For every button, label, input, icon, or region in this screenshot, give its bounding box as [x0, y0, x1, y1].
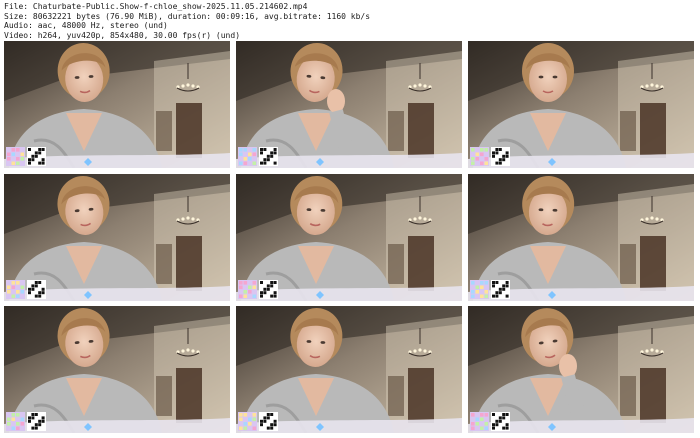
- thumbnail-frame-image: [4, 174, 230, 301]
- qr-code-icon: [6, 147, 25, 166]
- thumbnail-frame-image: [468, 174, 694, 301]
- qr-code-icon: [491, 412, 510, 431]
- file-size-line: Size: 80632221 bytes (76.90 MiB), durati…: [4, 11, 371, 21]
- qr-code-icon: [470, 280, 489, 299]
- qr-code-icon: [491, 280, 510, 299]
- qr-code-icon: [259, 412, 278, 431]
- qr-code-icon: [238, 412, 257, 431]
- video-thumbnail: [468, 41, 694, 168]
- qr-code-icon: [27, 280, 46, 299]
- video-thumbnail: [468, 174, 694, 301]
- qr-code-icon: [6, 412, 25, 431]
- qr-code-icon: [238, 147, 257, 166]
- video-thumbnail: [468, 306, 694, 433]
- qr-code-icon: [27, 412, 46, 431]
- video-thumbnail: [4, 41, 230, 168]
- thumbnail-grid: [4, 41, 696, 435]
- thumbnail-frame-image: [468, 41, 694, 168]
- thumbnail-frame-image: [236, 41, 462, 168]
- video-thumbnail: [4, 306, 230, 433]
- qr-code-icon: [470, 147, 489, 166]
- thumbnail-frame-image: [236, 174, 462, 301]
- qr-code-icon: [259, 280, 278, 299]
- video-info-line: Video: h264, yuv420p, 854x480, 30.00 fps…: [4, 30, 241, 40]
- qr-code-icon: [27, 147, 46, 166]
- file-name-line: File: Chaturbate-Public.Show-f-chloe_sho…: [4, 2, 308, 11]
- video-thumbnail: [236, 306, 462, 433]
- video-thumbnail: [236, 41, 462, 168]
- thumbnail-frame-image: [468, 306, 694, 433]
- thumbnail-frame-image: [4, 306, 230, 433]
- thumbnail-frame-image: [4, 41, 230, 168]
- qr-code-icon: [6, 280, 25, 299]
- thumbnail-frame-image: [236, 306, 462, 433]
- qr-code-icon: [238, 280, 257, 299]
- audio-info-line: Audio: aac, 48000 Hz, stereo (und): [4, 21, 168, 31]
- video-thumbnail: [4, 174, 230, 301]
- qr-code-icon: [259, 147, 278, 166]
- video-thumbnail: [236, 174, 462, 301]
- qr-code-icon: [491, 147, 510, 166]
- file-info-header: File: Chaturbate-Public.Show-f-chloe_sho…: [4, 2, 694, 40]
- qr-code-icon: [470, 412, 489, 431]
